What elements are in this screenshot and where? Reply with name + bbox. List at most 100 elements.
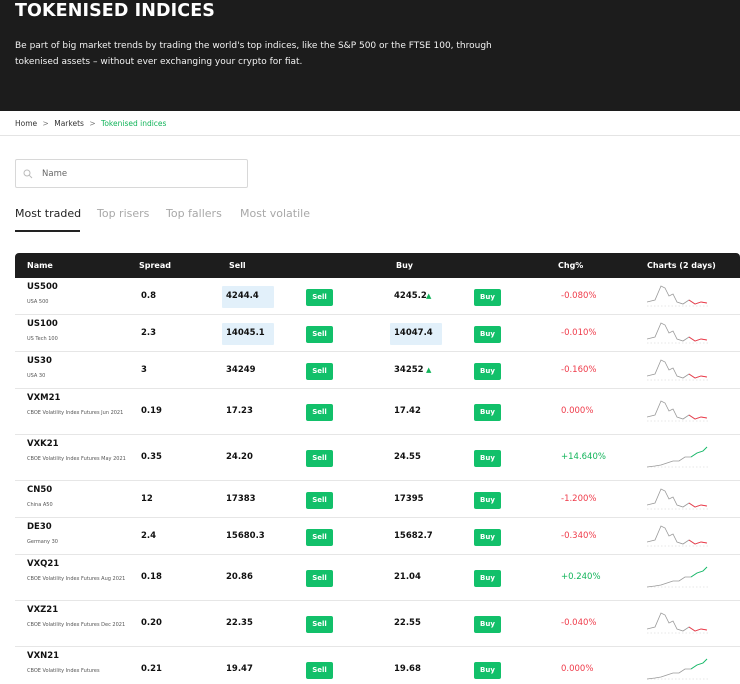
sell-button[interactable]: Sell	[306, 363, 333, 380]
table-row[interactable]: US500 USA 500 0.8 4244.4 Sell 4245.2 ▲ Buy -0.08…	[15, 278, 740, 315]
sell-button[interactable]: Sell	[306, 450, 333, 467]
tab-most-volatile[interactable]: Most volatile	[240, 206, 310, 222]
buy-button[interactable]: Buy	[474, 363, 501, 380]
table-row[interactable]: VXZ21 CBOE Volatility Index Futures Dec 2…	[15, 601, 740, 647]
table-row[interactable]: US100 US Tech 100 2.3 14045.1 Sell 14047.4 Buy…	[15, 315, 740, 352]
sparkline-chart	[647, 566, 709, 588]
sell-button[interactable]: Sell	[306, 616, 333, 633]
breadcrumb-separator: >	[89, 119, 96, 128]
change-percent: +14.640%	[561, 452, 606, 462]
search-icon	[23, 169, 33, 179]
instrument-description: Germany 30	[27, 539, 58, 545]
sparkline-chart	[647, 322, 709, 344]
instrument-description: CBOE Volatility Index Futures Aug 2021	[27, 576, 126, 582]
buy-button[interactable]: Buy	[474, 492, 501, 509]
sell-button[interactable]: Sell	[306, 404, 333, 421]
sell-price: 24.20	[226, 452, 253, 462]
spread-value: 0.19	[141, 406, 162, 416]
spread-value: 0.8	[141, 291, 157, 301]
spread-value: 0.21	[141, 664, 162, 674]
sell-price: 20.86	[226, 572, 253, 582]
table-row[interactable]: VXK21 CBOE Volatility Index Futures May 2…	[15, 435, 740, 481]
table-row[interactable]: VXQ21 CBOE Volatility Index Futures Aug 2…	[15, 555, 740, 601]
change-percent: -0.080%	[561, 291, 597, 301]
sparkline-chart	[647, 285, 709, 307]
instrument-symbol[interactable]: US30	[27, 356, 52, 366]
sell-button[interactable]: Sell	[306, 662, 333, 679]
sell-button[interactable]: Sell	[306, 492, 333, 509]
sell-button[interactable]: Sell	[306, 529, 333, 546]
sparkline-chart	[647, 488, 709, 510]
instrument-symbol[interactable]: US100	[27, 319, 58, 329]
instrument-symbol[interactable]: CN50	[27, 485, 52, 495]
instrument-description: USA 500	[27, 299, 49, 305]
instrument-symbol[interactable]: DE30	[27, 522, 52, 532]
buy-price: 17395	[394, 494, 424, 504]
buy-button[interactable]: Buy	[474, 616, 501, 633]
spread-value: 0.35	[141, 452, 162, 462]
instrument-symbol[interactable]: VXZ21	[27, 605, 58, 615]
sell-price: 19.47	[226, 664, 253, 674]
buy-price: 19.68	[394, 664, 421, 674]
buy-button[interactable]: Buy	[474, 450, 501, 467]
buy-button[interactable]: Buy	[474, 326, 501, 343]
instrument-description: USA 30	[27, 373, 46, 379]
hero-banner: TOKENISED INDICES Be part of big market …	[0, 0, 740, 111]
header-name[interactable]: Name	[27, 253, 53, 278]
table-row[interactable]: CN50 China A50 12 17383 Sell 17395 Buy -1.200%	[15, 481, 740, 518]
sell-button[interactable]: Sell	[306, 326, 333, 343]
buy-button[interactable]: Buy	[474, 529, 501, 546]
tab-top-risers[interactable]: Top risers	[97, 206, 149, 222]
instrument-symbol[interactable]: VXK21	[27, 439, 59, 449]
header-sell[interactable]: Sell	[229, 253, 246, 278]
price-up-icon: ▲	[426, 366, 432, 374]
price-up-icon: ▲	[426, 292, 432, 300]
instrument-description: CBOE Volatility Index Futures	[27, 668, 100, 674]
table-row[interactable]: DE30 Germany 30 2.4 15680.3 Sell 15682.7 Buy -0…	[15, 518, 740, 555]
instrument-description: CBOE Volatility Index Futures Dec 2021	[27, 622, 126, 628]
instrument-description: US Tech 100	[27, 336, 58, 342]
instrument-symbol[interactable]: VXM21	[27, 393, 60, 403]
buy-price: 4245.2	[394, 291, 427, 301]
breadcrumb-markets[interactable]: Markets	[54, 119, 84, 129]
change-percent: -1.200%	[561, 494, 597, 504]
change-percent: +0.240%	[561, 572, 601, 582]
sparkline-chart	[647, 400, 709, 422]
sell-price: 14045.1	[226, 328, 265, 338]
search-input[interactable]	[42, 165, 242, 183]
buy-price: 34252	[394, 365, 424, 375]
breadcrumb: Home > Markets > Tokenised indices	[15, 119, 166, 129]
spread-value: 0.18	[141, 572, 162, 582]
instrument-symbol[interactable]: VXN21	[27, 651, 59, 661]
breadcrumb-current: Tokenised indices	[101, 119, 167, 128]
breadcrumb-home[interactable]: Home	[15, 119, 37, 129]
buy-button[interactable]: Buy	[474, 662, 501, 679]
sparkline-chart	[647, 525, 709, 547]
buy-price: 24.55	[394, 452, 421, 462]
buy-button[interactable]: Buy	[474, 289, 501, 306]
instrument-symbol[interactable]: US500	[27, 282, 58, 292]
tab-most-traded[interactable]: Most traded	[15, 206, 81, 222]
sell-price: 34249	[226, 365, 256, 375]
change-percent: 0.000%	[561, 406, 594, 416]
sell-price: 4244.4	[226, 291, 259, 301]
table-row[interactable]: VXN21 CBOE Volatility Index Futures 0.21 19…	[15, 647, 740, 684]
instrument-description: CBOE Volatility Index Futures May 2021	[27, 456, 126, 462]
sell-button[interactable]: Sell	[306, 289, 333, 306]
table-row[interactable]: VXM21 CBOE Volatility Index Futures Jun 2…	[15, 389, 740, 435]
header-chg[interactable]: Chg%	[558, 253, 583, 278]
page-description: Be part of big market trends by trading …	[15, 41, 492, 67]
header-spread[interactable]: Spread	[139, 253, 171, 278]
change-percent: -0.010%	[561, 328, 597, 338]
header-buy[interactable]: Buy	[396, 253, 413, 278]
sell-button[interactable]: Sell	[306, 570, 333, 587]
breadcrumb-separator: >	[42, 119, 49, 128]
buy-button[interactable]: Buy	[474, 404, 501, 421]
search-box[interactable]	[15, 159, 248, 188]
instrument-symbol[interactable]: VXQ21	[27, 559, 59, 569]
sparkline-chart	[647, 658, 709, 680]
buy-button[interactable]: Buy	[474, 570, 501, 587]
spread-value: 3	[141, 365, 147, 375]
tab-top-fallers[interactable]: Top fallers	[166, 206, 222, 222]
table-row[interactable]: US30 USA 30 3 34249 Sell 34252 ▲ Buy -0.160%	[15, 352, 740, 389]
